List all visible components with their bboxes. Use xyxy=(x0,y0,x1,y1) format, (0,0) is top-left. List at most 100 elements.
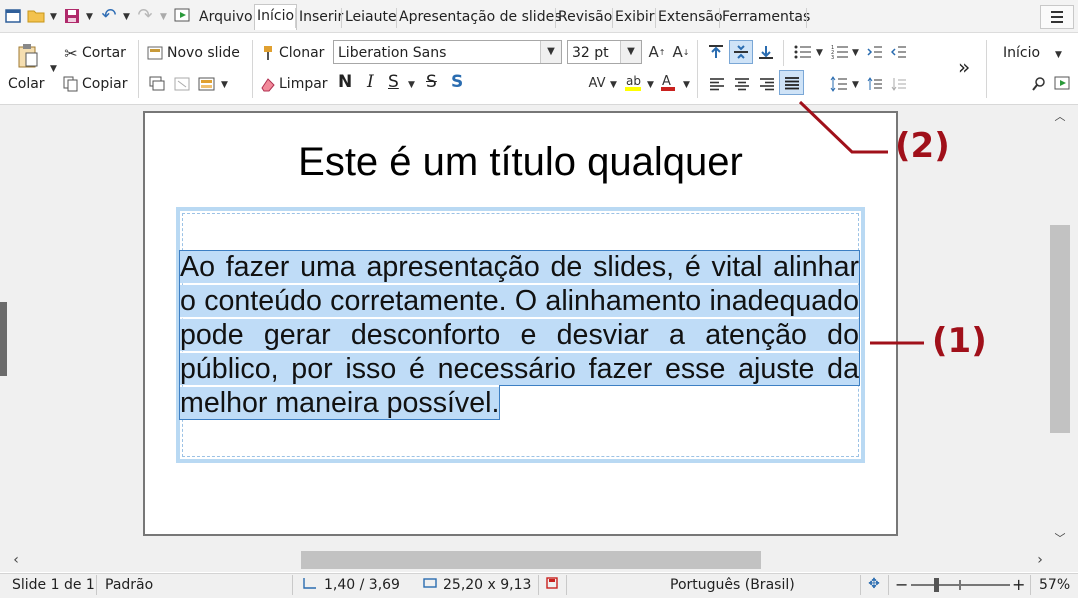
font-name-combobox[interactable]: Liberation Sans ▼ xyxy=(333,40,562,64)
paste-dropdown-arrow-icon[interactable]: ▼ xyxy=(50,64,57,74)
italic-button[interactable]: I xyxy=(367,72,374,92)
slide-layout-dropdown-arrow-icon[interactable]: ▼ xyxy=(221,80,228,90)
open-folder-icon[interactable] xyxy=(27,7,45,25)
tab-leiaute[interactable]: Leiaute xyxy=(343,6,399,28)
align-right-icon[interactable] xyxy=(757,74,777,94)
status-zoom-level[interactable]: 57% xyxy=(1039,577,1070,593)
styles-dropdown-label[interactable]: Início xyxy=(1003,45,1040,61)
status-layout[interactable]: Padrão xyxy=(105,577,153,593)
cut-button[interactable]: Cortar xyxy=(82,45,126,61)
align-bottom-icon[interactable] xyxy=(756,42,776,62)
align-left-icon[interactable] xyxy=(707,74,727,94)
character-spacing-dropdown-arrow-icon[interactable]: ▼ xyxy=(610,80,617,90)
open-dropdown-arrow-icon[interactable]: ▼ xyxy=(50,12,57,22)
align-center-icon[interactable] xyxy=(732,74,752,94)
copy-icon[interactable] xyxy=(62,75,80,93)
tab-exibir[interactable]: Exibir xyxy=(613,6,657,28)
more-options-button[interactable]: » xyxy=(958,55,970,79)
chevron-down-icon[interactable]: ▼ xyxy=(620,41,641,63)
undo-icon[interactable]: ↶ xyxy=(98,5,120,26)
font-color-icon[interactable]: A xyxy=(658,72,678,92)
zoom-out-icon[interactable]: − xyxy=(895,575,908,594)
scroll-down-icon[interactable]: ﹀ xyxy=(1050,530,1070,546)
ordered-list-dropdown-arrow-icon[interactable]: ▼ xyxy=(852,48,859,58)
font-size-combobox[interactable]: 32 pt ▼ xyxy=(567,40,642,64)
vertical-scroll-thumb[interactable] xyxy=(1050,225,1070,433)
scroll-up-icon[interactable]: ︿ xyxy=(1050,108,1070,124)
tab-separator xyxy=(806,8,807,28)
ordered-list-icon[interactable]: 123 xyxy=(829,42,851,62)
redo-icon[interactable]: ↷ xyxy=(134,5,156,26)
selected-text[interactable]: Ao fazer uma apresentação de slides, é v… xyxy=(179,250,860,420)
chevron-down-icon[interactable]: ▼ xyxy=(540,41,561,63)
decrease-paragraph-spacing-icon[interactable] xyxy=(889,74,909,94)
shrink-font-icon[interactable]: A ↓ xyxy=(671,42,691,62)
status-language[interactable]: Português (Brasil) xyxy=(670,577,795,593)
find-icon[interactable] xyxy=(1030,75,1048,93)
fit-slide-icon[interactable]: ✥ xyxy=(866,576,882,592)
highlight-dropdown-arrow-icon[interactable]: ▼ xyxy=(647,80,654,90)
slide-body-text[interactable]: Ao fazer uma apresentação de slides, é v… xyxy=(179,250,860,420)
annotation-2-arrow xyxy=(798,100,888,154)
copy-button[interactable]: Copiar xyxy=(82,76,127,92)
scissors-icon[interactable]: ✂ xyxy=(62,44,80,63)
paste-button-label[interactable]: Colar xyxy=(8,76,45,92)
hamburger-menu-button[interactable] xyxy=(1040,5,1074,29)
font-color-dropdown-arrow-icon[interactable]: ▼ xyxy=(683,80,690,90)
styles-chevron-down-icon[interactable]: ▼ xyxy=(1055,50,1062,60)
line-spacing-dropdown-arrow-icon[interactable]: ▼ xyxy=(852,80,859,90)
justify-icon[interactable] xyxy=(779,70,804,95)
zoom-in-icon[interactable]: + xyxy=(1012,575,1025,594)
left-panel-handle[interactable] xyxy=(0,302,7,376)
clone-formatting-icon[interactable] xyxy=(259,44,277,62)
shadow-button[interactable]: S xyxy=(451,72,463,92)
align-top-icon[interactable] xyxy=(706,42,726,62)
decrease-indent-icon[interactable] xyxy=(889,42,909,62)
increase-paragraph-spacing-icon[interactable] xyxy=(865,74,885,94)
tab-extensao[interactable]: Extensão xyxy=(656,6,725,28)
paste-icon[interactable] xyxy=(15,42,41,70)
grow-font-icon[interactable]: A ↑ xyxy=(647,42,667,62)
save-icon[interactable] xyxy=(63,7,81,25)
tab-ferramentas[interactable]: Ferramentas xyxy=(720,6,812,28)
tab-inserir[interactable]: Inserir xyxy=(297,6,345,28)
tab-apresentacao-de-slides[interactable]: Apresentação de slides xyxy=(397,6,563,28)
unordered-list-icon[interactable] xyxy=(792,42,814,62)
slide-layout-icon[interactable] xyxy=(197,75,217,93)
delete-slide-icon[interactable] xyxy=(173,75,191,93)
increase-indent-icon[interactable] xyxy=(865,42,885,62)
scroll-right-icon[interactable]: › xyxy=(1032,552,1048,568)
document-modified-icon[interactable] xyxy=(545,576,559,590)
strikethrough-button[interactable]: S xyxy=(426,72,437,92)
unordered-list-dropdown-arrow-icon[interactable]: ▼ xyxy=(816,48,823,58)
status-separator xyxy=(96,575,97,595)
zoom-slider-thumb[interactable] xyxy=(934,578,939,592)
tab-arquivo[interactable]: Arquivo xyxy=(197,6,255,28)
scroll-left-icon[interactable]: ‹ xyxy=(8,552,24,568)
slideshow-from-current-icon[interactable] xyxy=(1053,75,1073,93)
save-dropdown-arrow-icon[interactable]: ▼ xyxy=(86,12,93,22)
character-spacing-icon[interactable]: AV xyxy=(586,73,608,93)
bold-button[interactable]: N xyxy=(338,72,352,92)
highlight-color-icon[interactable]: ab xyxy=(622,72,644,92)
redo-dropdown-arrow-icon[interactable]: ▼ xyxy=(160,12,167,22)
clone-button[interactable]: Clonar xyxy=(279,45,324,61)
clear-button[interactable]: Limpar xyxy=(279,76,328,92)
tab-separator xyxy=(341,8,342,28)
tab-inicio[interactable]: Início xyxy=(254,4,298,30)
underline-button[interactable]: S xyxy=(388,72,399,92)
ribbon-separator xyxy=(783,40,784,66)
slide-title[interactable]: Este é um título qualquer xyxy=(143,140,898,185)
new-slide-ribbon-icon[interactable] xyxy=(146,44,164,62)
start-presentation-icon[interactable] xyxy=(173,7,193,25)
new-slide-button[interactable]: Novo slide xyxy=(167,45,240,61)
line-spacing-icon[interactable] xyxy=(828,74,850,94)
tab-revisao[interactable]: Revisão xyxy=(556,6,614,28)
underline-dropdown-arrow-icon[interactable]: ▼ xyxy=(408,80,415,90)
new-slide-icon[interactable] xyxy=(4,7,22,25)
align-center-vertical-icon[interactable] xyxy=(729,40,753,64)
horizontal-scroll-thumb[interactable] xyxy=(301,551,761,569)
clear-formatting-icon[interactable] xyxy=(259,75,277,93)
duplicate-slide-icon[interactable] xyxy=(148,75,166,93)
undo-dropdown-arrow-icon[interactable]: ▼ xyxy=(123,12,130,22)
